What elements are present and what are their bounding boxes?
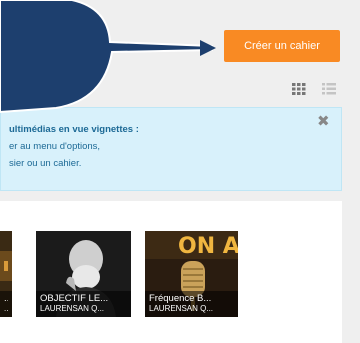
thumbnail-caption: Fréquence B... LAURENSAN Q... — [145, 291, 238, 317]
thumbnail-subtitle: LAURENSAN Q... — [149, 304, 214, 313]
grid-view-icon[interactable] — [292, 83, 306, 95]
tutorial-arrow-tip — [200, 40, 216, 56]
thumbnail-caption: ... ... — [0, 291, 12, 317]
create-notebook-button[interactable]: Créer un cahier — [224, 30, 340, 62]
thumbnail-subtitle: LAURENSAN Q... — [40, 304, 105, 313]
thumbnail-card[interactable]: ... ... — [0, 231, 12, 317]
info-box: ultimédias en vue vignettes : er au menu… — [0, 107, 342, 191]
thumbnail-card[interactable]: OBJECTIF LE... LAURENSAN Q... — [36, 231, 131, 317]
tab-shared-with-me[interactable]: partagés avec moi — [0, 81, 86, 100]
close-icon[interactable]: ✖ — [317, 114, 330, 129]
thumbnail-card[interactable]: ON A Fréquence B... LAURENSAN Q... — [145, 231, 238, 317]
list-view-icon[interactable] — [322, 83, 336, 95]
info-line-1: er au menu d'options, — [9, 141, 101, 152]
thumbnail-title: OBJECTIF LE... — [40, 293, 109, 304]
thumbnail-title: ... — [4, 293, 8, 304]
thumbnail-subtitle: ... — [4, 304, 8, 313]
svg-text:ON A: ON A — [178, 234, 238, 259]
info-title: ultimédias en vue vignettes : — [9, 124, 139, 135]
thumbnail-title: Fréquence B... — [149, 293, 212, 304]
info-line-2: sier ou un cahier. — [9, 158, 82, 169]
thumbnail-caption: OBJECTIF LE... LAURENSAN Q... — [36, 291, 131, 317]
